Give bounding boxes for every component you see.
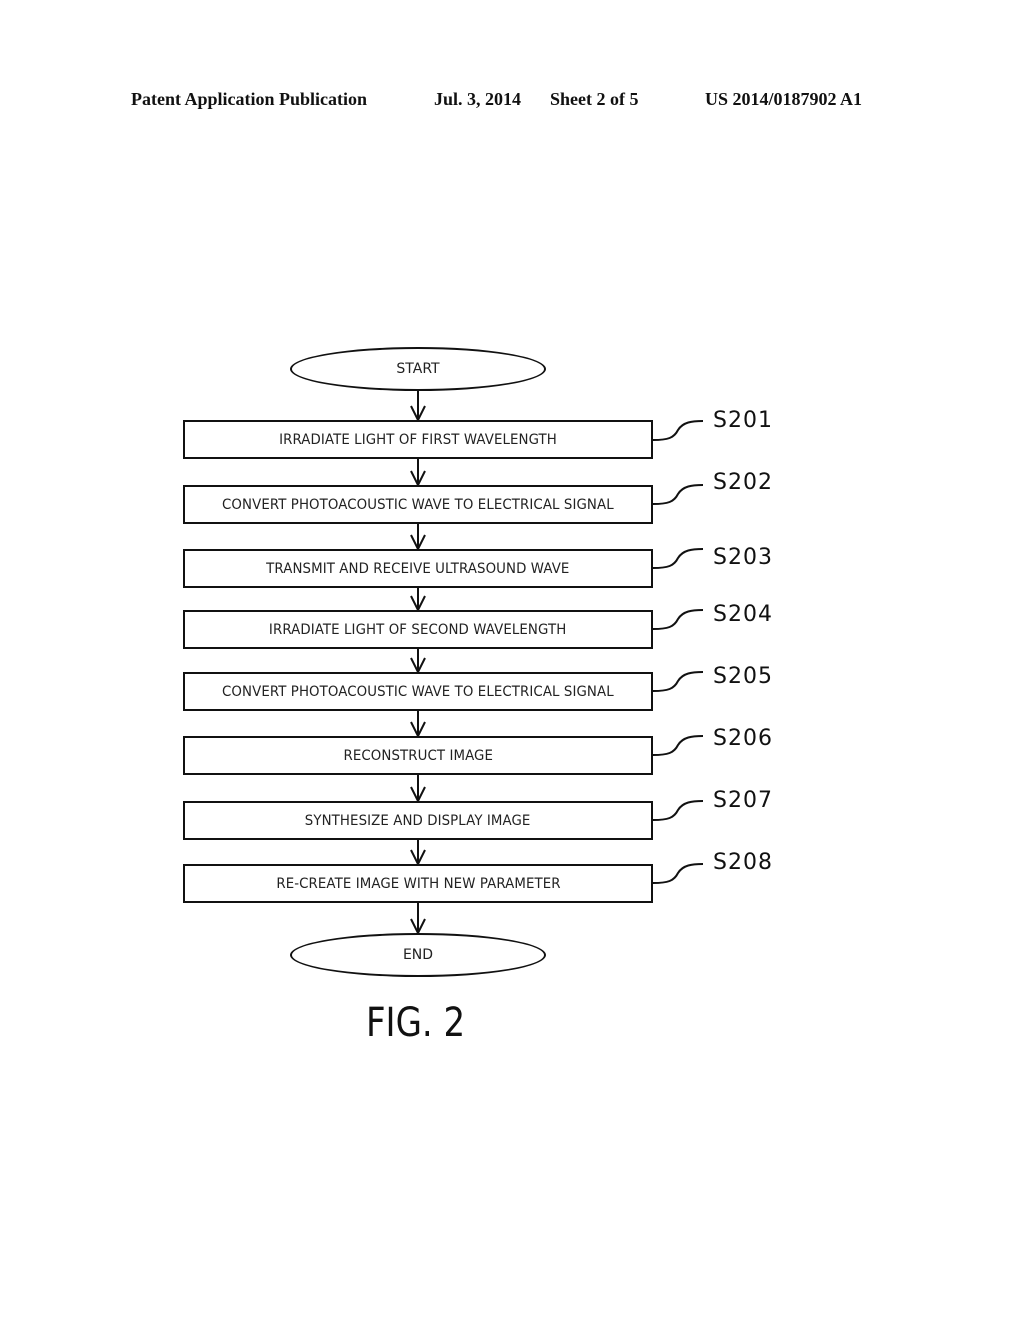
step-text: IRRADIATE LIGHT OF SECOND WAVELENGTH xyxy=(269,621,567,638)
step-label-s208: S208 xyxy=(713,850,773,875)
leader-line xyxy=(652,420,704,441)
leader-line xyxy=(652,548,704,569)
step-box-s201: IRRADIATE LIGHT OF FIRST WAVELENGTH xyxy=(183,420,653,459)
step-label-s203: S203 xyxy=(713,545,773,570)
figure-label: FIG. 2 xyxy=(366,1000,466,1046)
step-label-s207: S207 xyxy=(713,788,773,813)
step-box-s206: RECONSTRUCT IMAGE xyxy=(183,736,653,775)
leader-line xyxy=(652,863,704,884)
step-box-s208: RE-CREATE IMAGE WITH NEW PARAMETER xyxy=(183,864,653,903)
step-box-s205: CONVERT PHOTOACOUSTIC WAVE TO ELECTRICAL… xyxy=(183,672,653,711)
start-terminal: START xyxy=(290,347,546,391)
leader-line xyxy=(652,609,704,630)
step-text: SYNTHESIZE AND DISPLAY IMAGE xyxy=(305,812,531,829)
step-box-s202: CONVERT PHOTOACOUSTIC WAVE TO ELECTRICAL… xyxy=(183,485,653,524)
end-terminal: END xyxy=(290,933,546,977)
leader-line xyxy=(652,735,704,756)
leader-line xyxy=(652,671,704,692)
step-label-s205: S205 xyxy=(713,664,773,689)
step-text: CONVERT PHOTOACOUSTIC WAVE TO ELECTRICAL… xyxy=(222,683,614,700)
leader-line xyxy=(652,484,704,505)
flowchart-connectors xyxy=(410,391,704,936)
step-label-s201: S201 xyxy=(713,408,773,433)
step-text: TRANSMIT AND RECEIVE ULTRASOUND WAVE xyxy=(266,560,570,577)
step-text: RECONSTRUCT IMAGE xyxy=(343,747,493,764)
step-text: RE-CREATE IMAGE WITH NEW PARAMETER xyxy=(275,875,561,892)
step-text: CONVERT PHOTOACOUSTIC WAVE TO ELECTRICAL… xyxy=(222,496,614,513)
start-label: START xyxy=(396,361,440,377)
leader-line xyxy=(652,800,704,821)
step-box-s204: IRRADIATE LIGHT OF SECOND WAVELENGTH xyxy=(183,610,653,649)
step-label-s206: S206 xyxy=(713,726,773,751)
step-text: IRRADIATE LIGHT OF FIRST WAVELENGTH xyxy=(279,431,557,448)
step-box-s203: TRANSMIT AND RECEIVE ULTRASOUND WAVE xyxy=(183,549,653,588)
step-label-s204: S204 xyxy=(713,602,773,627)
step-box-s207: SYNTHESIZE AND DISPLAY IMAGE xyxy=(183,801,653,840)
end-label: END xyxy=(402,947,434,963)
step-label-s202: S202 xyxy=(713,470,773,495)
